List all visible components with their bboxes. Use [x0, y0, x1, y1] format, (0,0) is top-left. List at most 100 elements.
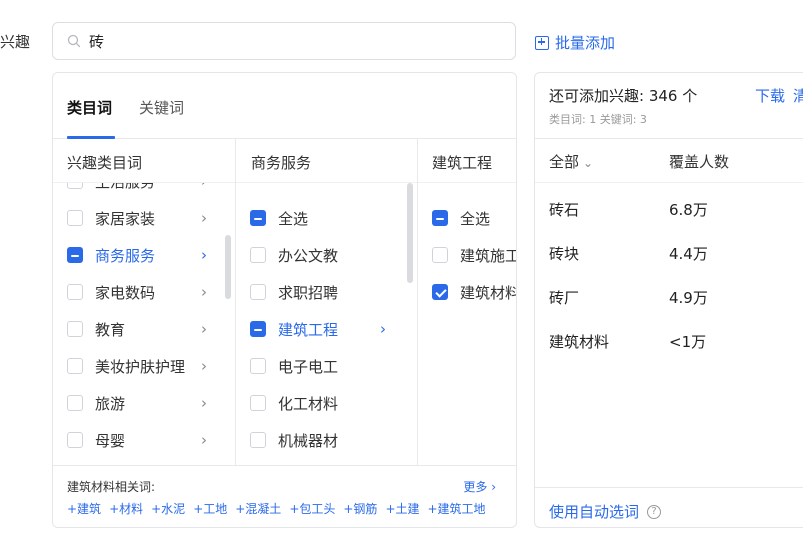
search-input[interactable] — [89, 29, 489, 53]
clear-link[interactable]: 清 — [793, 87, 803, 105]
col1-item[interactable]: 母婴 › — [67, 428, 227, 452]
col1-item-label: 商务服务 — [95, 246, 156, 265]
filter-all-label: 全部 — [549, 153, 580, 171]
rp-header-divider — [535, 182, 803, 183]
col2-item[interactable]: 办公文教 — [250, 243, 410, 267]
col2-item[interactable]: 机械器材 — [250, 428, 410, 452]
construction-column: 全选建筑施工建筑材料 — [418, 183, 517, 465]
checkbox[interactable] — [250, 284, 266, 300]
col2-item-label: 全选 — [278, 209, 309, 228]
col2-item[interactable]: 求职招聘 — [250, 280, 410, 304]
col3-header: 建筑工程 — [432, 154, 493, 172]
col3-item-label: 建筑材料 — [460, 283, 517, 302]
related-tag[interactable]: +钢筋 — [343, 502, 377, 516]
checkbox[interactable] — [432, 247, 448, 263]
checkbox[interactable] — [250, 358, 266, 374]
selected-row[interactable]: 建筑材料 <1万 — [535, 331, 803, 361]
related-tags: +建筑 +材料 +水泥 +工地 +混凝土 +包工头 +钢筋 +土建 +建筑工地 — [67, 500, 494, 517]
checkbox[interactable] — [67, 284, 83, 300]
col2-item-label: 办公文教 — [278, 246, 339, 265]
chevron-right-icon: › — [201, 183, 207, 190]
col1-item[interactable]: 家电数码 › — [67, 280, 227, 304]
related-tag[interactable]: +工地 — [193, 502, 227, 516]
col1-item-label: 家电数码 — [95, 283, 156, 302]
selected-row[interactable]: 砖厂 4.9万 — [535, 287, 803, 317]
checkbox[interactable] — [67, 395, 83, 411]
related-tag[interactable]: +建筑工地 — [428, 502, 486, 516]
checkbox[interactable] — [432, 210, 448, 226]
checkbox[interactable] — [67, 210, 83, 226]
tab-keywords[interactable]: 关键词 — [139, 97, 184, 118]
col1-item[interactable]: 美妆护肤护理 › — [67, 354, 227, 378]
col1-item-label: 教育 — [95, 320, 126, 339]
plus-square-icon — [535, 35, 549, 50]
col1-item[interactable]: 家居家装 › — [67, 206, 227, 230]
col1-item[interactable]: 商务服务 › — [67, 243, 227, 267]
col3-item[interactable]: 全选 — [432, 206, 516, 230]
col1-item-label: 生活服务 — [95, 183, 155, 192]
header-actions: 下载清 — [755, 85, 803, 106]
chevron-right-icon: › — [201, 394, 207, 412]
col3-item[interactable]: 建筑施工 — [432, 243, 517, 267]
chevron-right-icon: › — [201, 246, 207, 264]
related-tag[interactable]: +土建 — [385, 502, 419, 516]
more-related-link[interactable]: 更多 › — [463, 478, 496, 495]
col1-item[interactable]: 教育 › — [67, 317, 227, 341]
col2-item[interactable]: 电子电工 — [250, 354, 410, 378]
checkbox[interactable] — [67, 321, 83, 337]
col1-item-label: 旅游 — [95, 394, 126, 413]
col3-item-label: 建筑施工 — [460, 246, 517, 265]
checkbox[interactable] — [67, 183, 83, 189]
category-selector-panel: 类目词 关键词 兴趣类目词 商务服务 建筑工程 生活服务›家居家装›商务服务›家… — [52, 72, 517, 528]
selected-row[interactable]: 砖石 6.8万 — [535, 199, 803, 229]
related-tag[interactable]: +材料 — [109, 502, 143, 516]
download-link[interactable]: 下载 — [755, 87, 785, 105]
col1-header: 兴趣类目词 — [67, 154, 143, 172]
col2-item[interactable]: 建筑工程 › — [250, 317, 410, 341]
checkbox[interactable] — [67, 358, 83, 374]
checkbox[interactable] — [250, 321, 266, 337]
chevron-down-icon: ⌄ — [583, 156, 594, 170]
checkbox[interactable] — [67, 432, 83, 448]
help-icon[interactable]: ? — [647, 504, 662, 519]
selected-row-count: 4.9万 — [669, 289, 708, 307]
col1-item[interactable]: 旅游 › — [67, 391, 227, 415]
selected-row-name: 砖块 — [549, 245, 580, 263]
col3-item-label: 全选 — [460, 209, 491, 228]
col2-item-label: 电子电工 — [278, 357, 339, 376]
checkbox[interactable] — [250, 432, 266, 448]
batch-add-button[interactable]: 批量添加 — [535, 32, 615, 53]
selected-header: 还可添加兴趣: 346 个 类目词: 1 关键词: 3 下载清 — [535, 73, 803, 139]
search-icon — [67, 34, 81, 48]
selected-row[interactable]: 砖块 4.4万 — [535, 243, 803, 273]
selected-row-name: 建筑材料 — [549, 333, 610, 351]
auto-select-label: 使用自动选词 — [549, 503, 640, 521]
related-tag[interactable]: +包工头 — [289, 502, 335, 516]
related-words-title: 建筑材料相关词: — [67, 480, 156, 494]
selected-row-count: <1万 — [669, 333, 707, 351]
col1-item[interactable]: 生活服务 › — [67, 183, 227, 193]
col2-scrollbar[interactable] — [407, 183, 413, 283]
col2-item[interactable]: 全选 — [250, 206, 410, 230]
col3-item[interactable]: 建筑材料 — [432, 280, 517, 304]
checkbox[interactable] — [250, 247, 266, 263]
tab-bar: 类目词 关键词 — [53, 73, 516, 139]
search-box[interactable] — [52, 22, 516, 60]
col2-item[interactable]: 化工材料 — [250, 391, 410, 415]
auto-select-link[interactable]: 使用自动选词 ? — [549, 501, 662, 522]
interest-label: 兴趣 — [0, 33, 31, 51]
checkbox[interactable] — [250, 210, 266, 226]
checkbox[interactable] — [250, 395, 266, 411]
filter-all-dropdown[interactable]: 全部 ⌄ — [549, 151, 593, 172]
coverage-header: 覆盖人数 — [669, 153, 730, 171]
related-words-section: 建筑材料相关词: 更多 › +建筑 +材料 +水泥 +工地 +混凝土 +包工头 +钢筋 +土建… — [53, 465, 516, 527]
selected-breakdown: 类目词: 1 关键词: 3 — [549, 113, 647, 126]
checkbox[interactable] — [67, 247, 83, 263]
related-tag[interactable]: +建筑 — [67, 502, 101, 516]
tab-category-words[interactable]: 类目词 — [67, 97, 112, 118]
checkbox[interactable] — [432, 284, 448, 300]
chevron-right-icon: › — [201, 209, 207, 227]
related-tag[interactable]: +混凝土 — [235, 502, 281, 516]
related-tag[interactable]: +水泥 — [151, 502, 185, 516]
col1-scrollbar[interactable] — [225, 235, 231, 299]
